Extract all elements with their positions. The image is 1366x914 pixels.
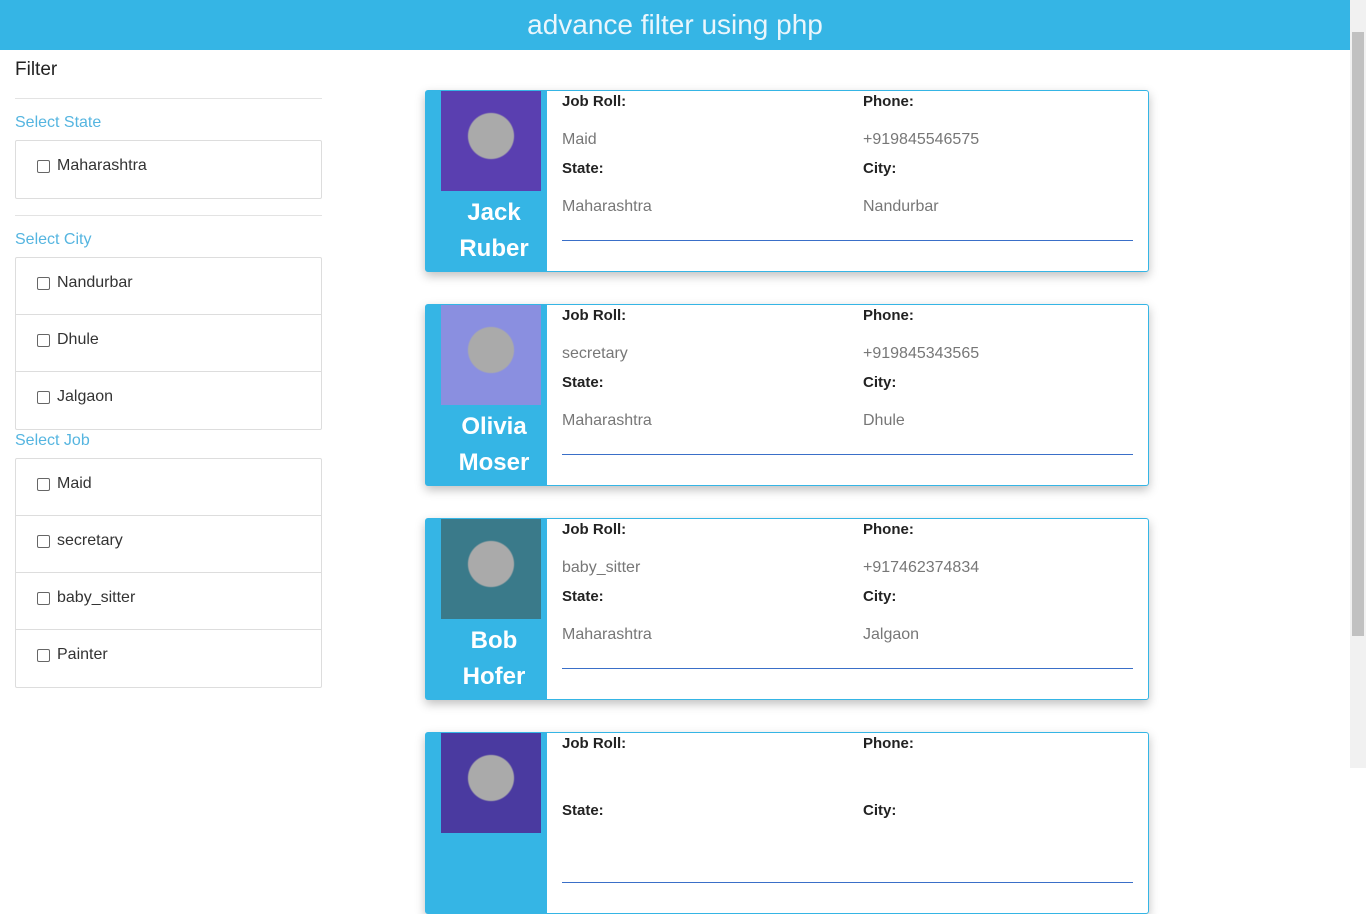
state-value xyxy=(562,838,626,867)
city-value: Nandurbar xyxy=(863,198,939,215)
select-city-label: Select City xyxy=(15,231,92,248)
option-label: Maid xyxy=(57,475,92,492)
job-label: Job Roll: xyxy=(562,93,627,110)
phone-value xyxy=(863,771,914,800)
filter-sidebar: Filter Select State Maharashtra Select C… xyxy=(15,58,322,688)
checkbox[interactable] xyxy=(37,649,50,662)
first-name: Jack xyxy=(467,199,521,226)
city-options: Nandurbar Dhule Jalgaon xyxy=(15,257,322,430)
card-details: Job Roll: secretary State: Maharashtra P… xyxy=(547,305,1148,485)
card-details: Job Roll: baby_sitter State: Maharashtra… xyxy=(547,519,1148,699)
divider xyxy=(562,240,1133,241)
divider xyxy=(562,882,1133,883)
card-sidebar xyxy=(426,733,547,913)
phone-label: Phone: xyxy=(863,307,914,324)
option-label: Dhule xyxy=(57,331,99,348)
first-name: Bob xyxy=(470,627,518,654)
card-sidebar: Jack Ruber xyxy=(426,91,547,271)
option-label: baby_sitter xyxy=(57,589,136,606)
job-label: Job Roll: xyxy=(562,735,627,752)
job-value: secretary xyxy=(562,345,628,362)
phone-value: +917462374834 xyxy=(863,559,980,576)
scrollbar-thumb[interactable] xyxy=(1352,32,1364,636)
person-name: Bob Hofer xyxy=(441,623,547,695)
last-name: Moser xyxy=(458,449,530,476)
person-name xyxy=(441,837,547,873)
card-details: Job Roll: Maid State: Maharashtra Phone:… xyxy=(547,91,1148,271)
city-option[interactable]: Nandurbar xyxy=(16,258,321,315)
city-value: Dhule xyxy=(863,412,905,429)
checkbox[interactable] xyxy=(37,535,50,548)
city-value: Jalgaon xyxy=(863,626,920,643)
state-options: Maharashtra xyxy=(15,140,322,199)
scrollbar[interactable] xyxy=(1350,0,1366,768)
profile-card: Job Roll: State: Phone: City: xyxy=(425,732,1149,914)
city-option[interactable]: Dhule xyxy=(16,315,321,372)
city-option[interactable]: Jalgaon xyxy=(16,372,321,429)
profile-card: Jack Ruber Job Roll: Maid State: Maharash… xyxy=(425,90,1149,272)
job-option[interactable]: secretary xyxy=(16,516,321,573)
option-label: Painter xyxy=(57,646,108,663)
checkbox[interactable] xyxy=(37,478,50,491)
checkbox[interactable] xyxy=(37,391,50,404)
option-label: Nandurbar xyxy=(57,274,133,291)
phone-label: Phone: xyxy=(863,735,914,752)
option-label: Maharashtra xyxy=(57,157,147,174)
card-details: Job Roll: State: Phone: City: xyxy=(547,733,1148,913)
divider xyxy=(15,215,322,216)
card-sidebar: Olivia Moser xyxy=(426,305,547,485)
person-name: Jack Ruber xyxy=(441,195,547,267)
profile-card: Bob Hofer Job Roll: baby_sitter State: Ma… xyxy=(425,518,1149,700)
state-label: State: xyxy=(562,802,604,819)
state-label: State: xyxy=(562,374,604,391)
first-name: Olivia xyxy=(461,413,527,440)
job-options: Maid secretary baby_sitter Painter xyxy=(15,458,322,688)
select-state-label: Select State xyxy=(15,114,102,131)
checkbox[interactable] xyxy=(37,334,50,347)
job-label: Job Roll: xyxy=(562,521,627,538)
last-name: Hofer xyxy=(462,663,526,690)
divider xyxy=(15,98,322,99)
option-label: Jalgaon xyxy=(57,388,114,405)
phone-value: +919845546575 xyxy=(863,131,980,148)
job-label: Job Roll: xyxy=(562,307,627,324)
job-option[interactable]: Painter xyxy=(16,630,321,687)
state-value: Maharashtra xyxy=(562,198,652,215)
phone-label: Phone: xyxy=(863,93,914,110)
state-option[interactable]: Maharashtra xyxy=(16,141,321,198)
option-label: secretary xyxy=(57,532,123,549)
city-label: City: xyxy=(863,802,897,819)
avatar xyxy=(441,519,541,619)
job-option[interactable]: Maid xyxy=(16,459,321,516)
page-header: advance filter using php xyxy=(0,0,1350,50)
profile-card: Olivia Moser Job Roll: secretary State: M… xyxy=(425,304,1149,486)
divider xyxy=(562,454,1133,455)
card-sidebar: Bob Hofer xyxy=(426,519,547,699)
person-name: Olivia Moser xyxy=(441,409,547,481)
job-value: baby_sitter xyxy=(562,559,641,576)
city-label: City: xyxy=(863,160,897,177)
state-value: Maharashtra xyxy=(562,412,652,429)
job-option[interactable]: baby_sitter xyxy=(16,573,321,630)
checkbox[interactable] xyxy=(37,277,50,290)
phone-label: Phone: xyxy=(863,521,914,538)
avatar xyxy=(441,305,541,405)
city-value xyxy=(863,838,914,867)
city-label: City: xyxy=(863,588,897,605)
checkbox[interactable] xyxy=(37,160,50,173)
divider xyxy=(562,668,1133,669)
state-label: State: xyxy=(562,160,604,177)
state-value: Maharashtra xyxy=(562,626,652,643)
avatar xyxy=(441,91,541,191)
job-value xyxy=(562,771,626,800)
checkbox[interactable] xyxy=(37,592,50,605)
city-label: City: xyxy=(863,374,897,391)
avatar xyxy=(441,733,541,833)
phone-value: +919845343565 xyxy=(863,345,980,362)
state-label: State: xyxy=(562,588,604,605)
last-name: Ruber xyxy=(459,235,529,262)
select-job-label: Select Job xyxy=(15,432,90,449)
filter-title: Filter xyxy=(15,59,58,80)
job-value: Maid xyxy=(562,131,597,148)
